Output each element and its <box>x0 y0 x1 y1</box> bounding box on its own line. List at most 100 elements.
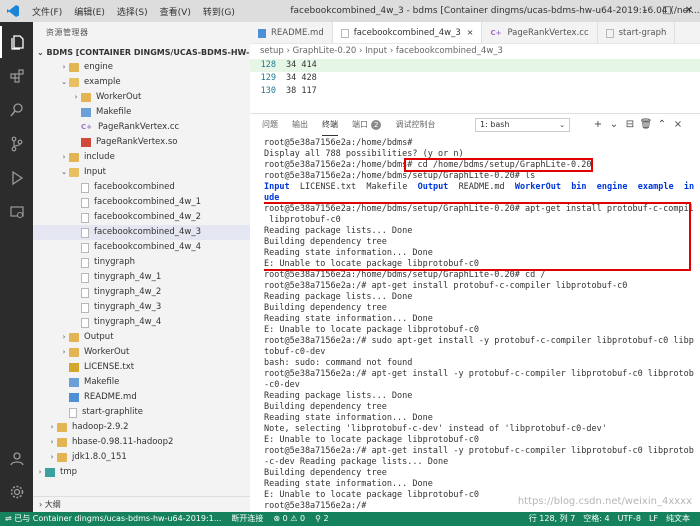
terminal-output[interactable]: root@5e38a7156e2a:/home/bdms# Display all… <box>264 138 694 513</box>
problems-indicator[interactable]: ⊗ 0 ⚠ 0 <box>268 512 310 526</box>
file-icon <box>81 317 89 328</box>
tree-item[interactable]: › tmp <box>33 465 250 480</box>
tree-item[interactable]: › hadoop-2.9.2 <box>33 420 250 435</box>
run-debug-icon[interactable] <box>0 162 33 194</box>
editor-tabs: README.md facebookcombined_4w_3 × C+ PageRan… <box>250 22 700 44</box>
file-icon <box>69 407 77 418</box>
explorer-icon[interactable] <box>0 26 33 58</box>
new-terminal-icon[interactable]: + <box>590 118 606 132</box>
tree-item[interactable]: start-graphlite <box>33 405 250 420</box>
disconnect-button[interactable]: 断开连接 <box>226 512 268 526</box>
maximize-icon[interactable]: □ <box>656 0 678 22</box>
file-tree: › engine ⌄ example › WorkerOut Makefile C+ PageR… <box>33 60 250 480</box>
chevron-right-icon: › <box>74 93 78 101</box>
remote-explorer-icon[interactable] <box>0 196 33 228</box>
tree-item[interactable]: tinygraph <box>33 255 250 270</box>
ls-entry: Makefile <box>366 182 408 192</box>
tree-item-label: jdk1.8.0_151 <box>72 452 127 462</box>
menu-item[interactable]: 查看(V) <box>154 5 197 18</box>
remote-icon: ⇌ <box>5 514 15 523</box>
tree-item[interactable]: › include <box>33 150 250 165</box>
line-text: 34 414 <box>286 60 317 70</box>
settings-gear-icon[interactable] <box>0 476 33 508</box>
remote-indicator[interactable]: ⇌ 已与 Container dingms/ucas-bdms-hw-u64-2… <box>0 512 227 526</box>
folder-icon <box>69 333 79 342</box>
tree-item[interactable]: ⌄ example <box>33 75 250 90</box>
tree-item-label: Output <box>84 332 114 342</box>
terminal-line: Building dependency tree <box>264 402 387 412</box>
maximize-panel-icon[interactable]: ⌃ <box>654 118 670 132</box>
md-icon <box>69 393 79 402</box>
end-of-line[interactable]: LF <box>645 512 662 526</box>
terminal-dropdown-icon[interactable]: ⌄ <box>606 118 622 132</box>
trash-icon[interactable]: 🗑 <box>638 118 654 132</box>
ports-badge: 2 <box>371 120 382 130</box>
tree-item[interactable]: tinygraph_4w_3 <box>33 300 250 315</box>
close-panel-icon[interactable]: × <box>670 118 686 132</box>
tree-item[interactable]: › Output <box>33 330 250 345</box>
panel-tab[interactable]: 端口 2 <box>352 114 382 136</box>
tree-item[interactable]: facebookcombined_4w_4 <box>33 240 250 255</box>
close-window-icon[interactable]: ✕ <box>678 0 700 22</box>
tree-item[interactable]: › WorkerOut <box>33 90 250 105</box>
tree-item[interactable]: tinygraph_4w_4 <box>33 315 250 330</box>
tree-item[interactable]: tinygraph_4w_1 <box>33 270 250 285</box>
account-icon[interactable] <box>0 442 33 474</box>
tree-item[interactable]: Makefile <box>33 375 250 390</box>
tree-item[interactable]: facebookcombined_4w_1 <box>33 195 250 210</box>
outline-section[interactable]: › 大纲 <box>33 496 250 512</box>
tree-item[interactable]: PageRankVertex.so <box>33 135 250 150</box>
panel-tab[interactable]: 输出 <box>292 114 308 136</box>
encoding[interactable]: UTF-8 <box>614 512 645 526</box>
chevron-right-icon: › <box>62 153 66 161</box>
search-icon[interactable] <box>0 94 33 126</box>
indentation[interactable]: 空格: 4 <box>579 512 613 526</box>
panel-tab[interactable]: 终端 <box>322 114 338 136</box>
tree-item[interactable]: C+ PageRankVertex.cc <box>33 120 250 135</box>
tree-item[interactable]: › engine <box>33 60 250 75</box>
ports-indicator[interactable]: ⚲ 2 <box>310 512 334 526</box>
tree-item[interactable]: ⌄ Input <box>33 165 250 180</box>
tree-item[interactable]: tinygraph_4w_2 <box>33 285 250 300</box>
line-number: 128 <box>260 60 276 70</box>
tree-item[interactable]: facebookcombined_4w_3 <box>33 225 250 240</box>
tree-item-label: tinygraph_4w_2 <box>94 287 162 297</box>
menu-item[interactable]: 选择(S) <box>111 5 154 18</box>
tree-item-label: README.md <box>84 392 137 402</box>
extensions-icon[interactable] <box>0 60 33 92</box>
folder-icon <box>69 153 79 162</box>
code-line: 128 34 414 <box>250 59 700 72</box>
tab-facebookcombined-4w-3[interactable]: facebookcombined_4w_3 × <box>332 22 483 43</box>
menu-item[interactable]: 文件(F) <box>26 5 68 18</box>
tree-item[interactable]: LICENSE.txt <box>33 360 250 375</box>
menu-item[interactable]: 转到(G) <box>197 5 241 18</box>
tab-pagerankvertex-cc[interactable]: C+ PageRankVertex.cc <box>482 22 598 43</box>
close-icon[interactable]: × <box>467 22 474 43</box>
source-control-icon[interactable] <box>0 128 33 160</box>
tree-item[interactable]: facebookcombined <box>33 180 250 195</box>
tree-item[interactable]: README.md <box>33 390 250 405</box>
panel-tab[interactable]: 调试控制台 <box>395 114 435 136</box>
tree-item[interactable]: › hbase-0.98.11-hadoop2 <box>33 435 250 450</box>
language-mode[interactable]: 纯文本 <box>662 512 694 526</box>
vscode-logo-icon <box>7 5 19 17</box>
code-line: 129 34 428 <box>250 72 700 85</box>
tree-item[interactable]: Makefile <box>33 105 250 120</box>
panel-tab[interactable]: 问题 <box>262 114 278 136</box>
tree-item[interactable]: › WorkerOut <box>33 345 250 360</box>
breadcrumb[interactable]: setup › GraphLite-0.20 › Input › faceboo… <box>250 44 700 59</box>
tree-item[interactable]: facebookcombined_4w_2 <box>33 210 250 225</box>
split-terminal-icon[interactable]: ⊟ <box>622 118 638 132</box>
chevron-down-icon: ⌄ <box>61 78 67 86</box>
tab-label: facebookcombined_4w_3 <box>353 28 461 38</box>
editor-area: README.md facebookcombined_4w_3 × C+ PageRan… <box>250 22 700 512</box>
terminal-select[interactable]: 1: bash ⌄ <box>475 118 570 132</box>
tab-start-graph[interactable]: start-graph <box>598 22 676 43</box>
menu-item[interactable]: 编辑(E) <box>68 5 111 18</box>
tab-readme-md[interactable]: README.md <box>250 22 333 43</box>
cursor-position[interactable]: 行 128, 列 7 <box>525 512 580 526</box>
code-view[interactable]: 12834 41412934 42813038 11713138 141 <box>250 59 700 98</box>
tree-item[interactable]: › jdk1.8.0_151 <box>33 450 250 465</box>
ls-entry: incl <box>683 182 694 192</box>
minimize-icon[interactable]: – <box>634 0 656 22</box>
